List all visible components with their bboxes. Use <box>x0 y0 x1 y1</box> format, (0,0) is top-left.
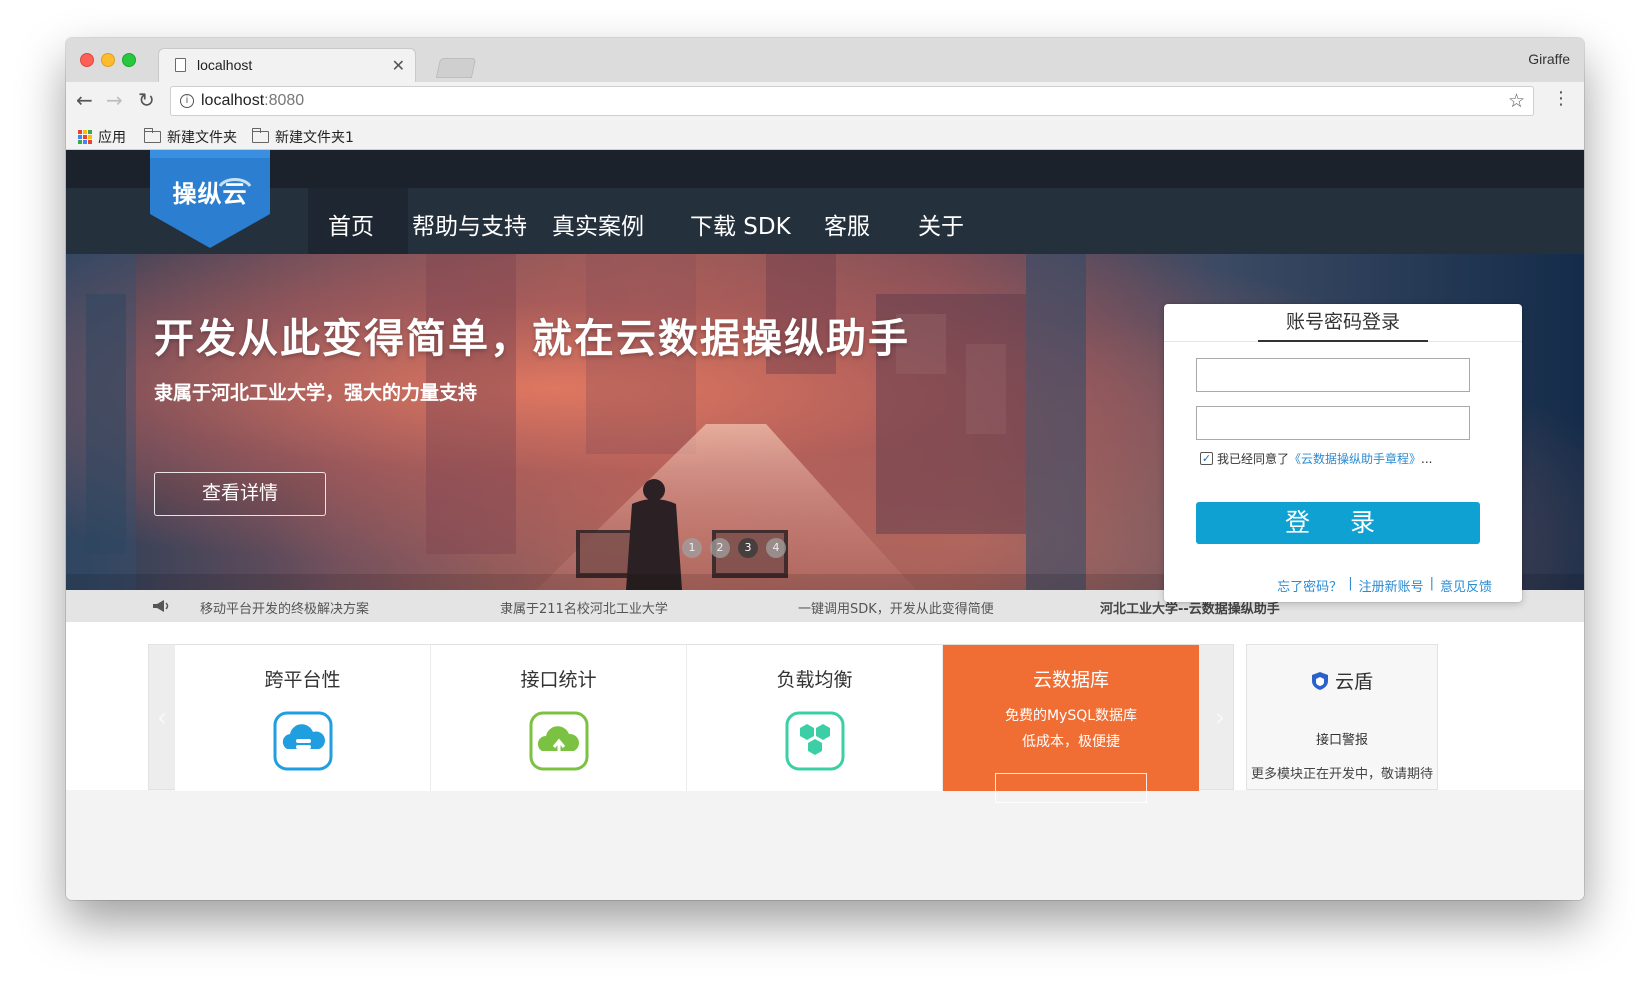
bookmark-star-icon[interactable]: ☆ <box>1508 90 1525 112</box>
tab-close-icon[interactable]: ✕ <box>392 56 405 75</box>
carousel-dot-2[interactable]: 2 <box>710 538 730 558</box>
feature-card-api-stats[interactable]: 接口统计 <box>431 645 687 791</box>
carousel-dots: 1 2 3 4 <box>682 538 786 558</box>
address-bar[interactable]: i localhost:8080 ☆ <box>170 86 1534 116</box>
site-navbar: 首页 帮助与支持 真实案例 下载 SDK 客服 关于 <box>66 188 1584 254</box>
bookmark-label: 应用 <box>98 130 126 146</box>
site-logo[interactable]: 操纵云 <box>150 150 270 250</box>
reload-icon[interactable]: ↻ <box>138 90 155 110</box>
carousel-next-arrow-icon[interactable]: › <box>1207 645 1233 791</box>
bookmark-label: 新建文件夹1 <box>275 130 354 146</box>
tab-title: localhost <box>197 57 253 73</box>
card-title: 接口统计 <box>520 669 597 691</box>
agree-ellipsis: ... <box>1421 451 1433 466</box>
logo-text: 操纵云 <box>172 180 248 208</box>
address-url[interactable]: localhost:8080 <box>201 92 304 110</box>
ticker-item[interactable]: 移动平台开发的终极解决方案 <box>200 598 369 617</box>
page-viewport: 首页 帮助与支持 真实案例 下载 SDK 客服 关于 操纵云 开发从此变得简单，… <box>66 150 1584 900</box>
card-line-2: 低成本，极便捷 <box>1022 734 1120 750</box>
browser-titlebar: localhost ✕ Giraffe <box>66 38 1584 82</box>
feedback-link[interactable]: 意见反馈 <box>1440 576 1492 595</box>
side-line-2: 更多模块正在开发中，敬请期待 <box>1250 767 1433 782</box>
feature-card-cloud-database[interactable]: 云数据库 免费的MySQL数据库 低成本，极便捷 <box>943 645 1199 803</box>
nav-about[interactable]: 关于 <box>918 207 964 241</box>
browser-window: localhost ✕ Giraffe ← → ↻ i localhost:80… <box>66 38 1584 900</box>
browser-tab-active[interactable]: localhost ✕ <box>158 48 416 82</box>
card-line-1: 免费的MySQL数据库 <box>1004 708 1138 724</box>
nav-home[interactable]: 首页 <box>328 207 374 241</box>
nav-download-sdk[interactable]: 下载 SDK <box>690 207 791 241</box>
ticker-item[interactable]: 一键调用SDK，开发从此变得简便 <box>798 598 994 617</box>
info-icon[interactable]: i <box>180 94 194 108</box>
hero-subtitle: 隶属于河北工业大学，强大的力量支持 <box>154 382 478 404</box>
forward-arrow-icon[interactable]: → <box>106 90 123 110</box>
cloud-database-icon <box>273 711 333 771</box>
login-links: 忘了密码？ | 注册新账号 | 意见反馈 <box>1277 576 1492 595</box>
link-separator: | <box>1429 576 1434 591</box>
site-top-strip <box>66 150 1584 188</box>
hero-headline: 开发从此变得简单，就在云数据操纵助手 <box>154 316 910 362</box>
side-title-row: 云盾 <box>1247 667 1437 694</box>
side-line-1: 接口警报 <box>1315 733 1368 748</box>
bookmark-folder-2[interactable]: 新建文件夹1 <box>252 127 354 147</box>
login-panel: 账号密码登录 ✓ 我已经同意了 《云数据操纵助手章程》 ... 登 录 忘了密码… <box>1164 304 1522 602</box>
minimize-window-button[interactable] <box>101 53 115 67</box>
megaphone-icon <box>153 600 169 612</box>
feature-card-cross-platform[interactable]: 跨平台性 <box>175 645 431 791</box>
password-field[interactable] <box>1196 406 1470 440</box>
link-separator: | <box>1348 576 1353 591</box>
tab-password-login[interactable]: 账号密码登录 <box>1258 304 1428 342</box>
feature-card-load-balance[interactable]: 负载均衡 <box>687 645 943 791</box>
back-arrow-icon[interactable]: ← <box>76 90 93 110</box>
bookmark-label: 新建文件夹 <box>167 130 237 146</box>
card-action-button[interactable] <box>995 773 1147 803</box>
carousel-dot-3[interactable]: 3 <box>738 538 758 558</box>
apps-grid-icon <box>78 130 92 144</box>
features-section: ‹ 跨平台性 接口统计 负载均衡 云数据库 免费的MySQL数据库 低成本，极便… <box>66 622 1584 803</box>
card-title: 负载均衡 <box>776 669 853 691</box>
shield-icon <box>1311 671 1328 690</box>
charter-link[interactable]: 《云数据操纵助手章程》 <box>1289 450 1421 467</box>
nav-cases[interactable]: 真实案例 <box>552 207 644 241</box>
close-window-button[interactable] <box>80 53 94 67</box>
agree-prefix: 我已经同意了 <box>1217 452 1290 466</box>
side-title: 云盾 <box>1334 671 1373 693</box>
profile-name[interactable]: Giraffe <box>1528 51 1570 67</box>
card-title: 跨平台性 <box>264 669 341 691</box>
forgot-password-link[interactable]: 忘了密码？ <box>1277 576 1342 595</box>
bookmarks-bar: 应用 新建文件夹 新建文件夹1 <box>66 122 1584 150</box>
url-host: localhost <box>201 92 265 109</box>
carousel-dot-1[interactable]: 1 <box>682 538 702 558</box>
bookmark-folder-1[interactable]: 新建文件夹 <box>144 127 237 147</box>
cloud-upload-icon <box>529 711 589 771</box>
username-field[interactable] <box>1196 358 1470 392</box>
carousel-dot-4[interactable]: 4 <box>766 538 786 558</box>
page-icon <box>175 58 186 72</box>
card-title: 云数据库 <box>1032 669 1109 691</box>
folder-icon <box>252 128 269 143</box>
ticker-item[interactable]: 隶属于211名校河北工业大学 <box>500 598 668 617</box>
hexagons-icon <box>785 711 845 771</box>
folder-icon <box>144 128 161 143</box>
view-details-button[interactable]: 查看详情 <box>154 472 326 516</box>
register-link[interactable]: 注册新账号 <box>1359 576 1424 595</box>
browser-toolbar: ← → ↻ i localhost:8080 ☆ ⋮ <box>66 82 1584 122</box>
nav-help[interactable]: 帮助与支持 <box>412 207 527 241</box>
feature-carousel: ‹ 跨平台性 接口统计 负载均衡 云数据库 免费的MySQL数据库 低成本，极便… <box>148 644 1234 803</box>
login-button[interactable]: 登 录 <box>1196 502 1480 544</box>
url-port: :8080 <box>264 92 305 109</box>
new-tab-button[interactable] <box>435 58 477 78</box>
feature-card-cloud-shield[interactable]: 云盾 接口警报 更多模块正在开发中，敬请期待 <box>1246 644 1438 790</box>
browser-menu-icon[interactable]: ⋮ <box>1552 90 1570 108</box>
agree-checkbox[interactable]: ✓ <box>1200 452 1213 465</box>
nav-support[interactable]: 客服 <box>824 207 870 241</box>
carousel-prev-arrow-icon[interactable]: ‹ <box>149 645 175 791</box>
agreement-row: ✓ 我已经同意了 《云数据操纵助手章程》 ... <box>1200 450 1432 467</box>
login-tab-bar: 账号密码登录 <box>1164 304 1522 342</box>
bookmark-apps[interactable]: 应用 <box>78 127 126 147</box>
maximize-window-button[interactable] <box>122 53 136 67</box>
